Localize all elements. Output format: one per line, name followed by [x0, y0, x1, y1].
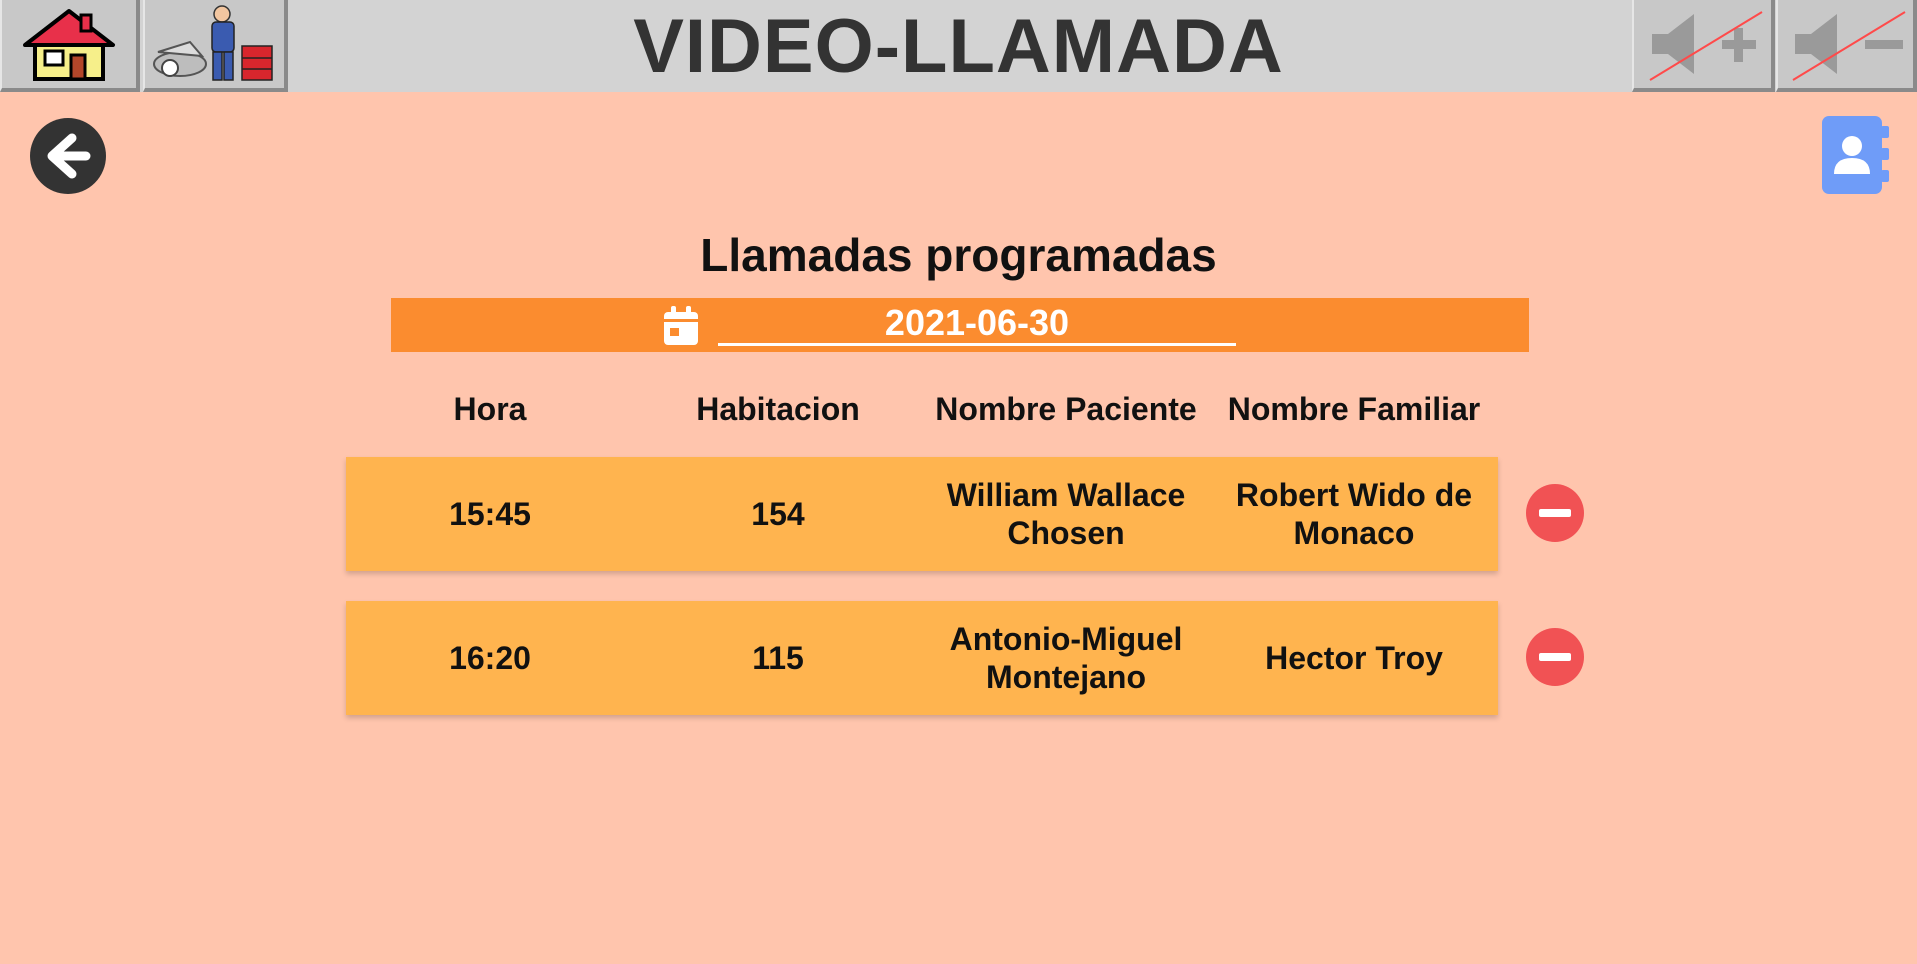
address-book-icon [1822, 116, 1889, 194]
calendar-icon[interactable] [663, 306, 699, 346]
volume-up-icon [1648, 11, 1763, 81]
cell-habitacion: 115 [752, 640, 804, 676]
volume-up-button[interactable] [1632, 0, 1775, 92]
date-input[interactable]: 2021-06-30 [718, 302, 1236, 346]
column-header-nombre-familiar: Nombre Familiar [1227, 391, 1481, 427]
cell-hora: 16:20 [449, 640, 531, 676]
cell-nombre-paciente: William Wallace Chosen [946, 477, 1186, 551]
cell-nombre-familiar: Hector Troy [1265, 640, 1443, 676]
column-header-nombre-paciente: Nombre Paciente [935, 391, 1197, 427]
volume-down-icon [1791, 11, 1906, 81]
date-bar: 2021-06-30 [391, 298, 1529, 352]
table-row[interactable]: 15:45 154 William Wallace Chosen Robert … [346, 457, 1498, 571]
home-button[interactable] [0, 0, 140, 92]
delete-call-button[interactable] [1526, 484, 1584, 542]
cell-nombre-paciente: Antonio-Miguel Montejano [949, 621, 1183, 695]
delete-call-button[interactable] [1526, 628, 1584, 686]
cell-hora: 15:45 [449, 496, 531, 532]
mechanic-icon [152, 5, 273, 81]
volume-down-button[interactable] [1776, 0, 1917, 92]
mechanic-button[interactable] [143, 0, 288, 92]
top-bar: VIDEO-LLAMADA [0, 0, 1917, 92]
back-button[interactable] [30, 118, 106, 194]
page-title: Llamadas programadas [700, 229, 1217, 281]
cell-nombre-familiar: Robert Wido de Monaco [1235, 477, 1473, 551]
table-row[interactable]: 16:20 115 Antonio-Miguel Montejano Hecto… [346, 601, 1498, 715]
home-icon [23, 9, 115, 81]
arrow-left-icon [47, 133, 91, 179]
column-header-habitacion: Habitacion [696, 391, 860, 427]
cell-habitacion: 154 [751, 496, 805, 532]
contacts-button[interactable] [1822, 116, 1890, 194]
app-title: VIDEO-LLAMADA [633, 3, 1284, 89]
column-header-hora: Hora [453, 391, 527, 427]
